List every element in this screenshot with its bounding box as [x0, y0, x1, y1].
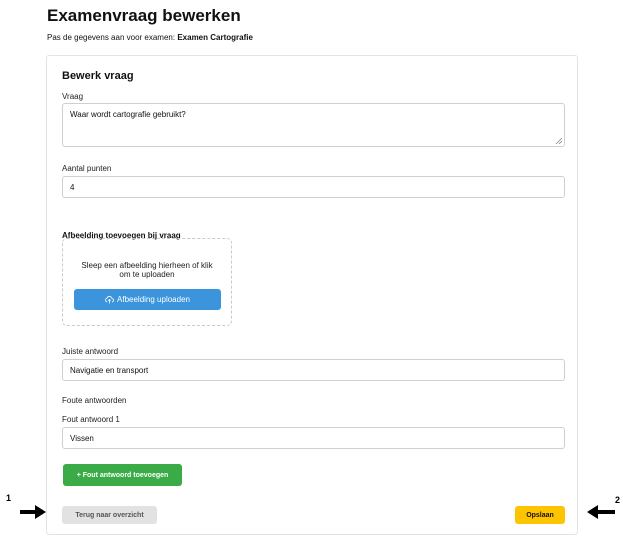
page-title: Examenvraag bewerken: [47, 6, 241, 25]
marker-2-number: 2: [615, 495, 621, 505]
cloud-upload-icon: [105, 295, 114, 303]
upload-button-label: Afbeelding uploaden: [117, 295, 190, 304]
page-subtitle: Pas de gegevens aan voor examen: Examen …: [47, 33, 253, 42]
resize-grip-icon[interactable]: [555, 137, 562, 144]
save-button[interactable]: Opslaan: [515, 506, 565, 524]
question-label: Vraag: [62, 92, 84, 101]
marker-1-number: 1: [6, 493, 12, 503]
arrow-left-icon: [587, 505, 615, 519]
dropzone-text: Sleep een afbeelding hierheen of klik om…: [81, 261, 213, 279]
question-text: Waar wordt cartografie gebruikt?: [70, 110, 186, 119]
wrong-answer-1-input[interactable]: Vissen: [62, 427, 565, 449]
arrow-right-icon: [20, 505, 46, 519]
points-value: 4: [70, 183, 75, 192]
edit-question-card: Bewerk vraag Vraag Waar wordt cartografi…: [46, 55, 578, 535]
card-title: Bewerk vraag: [62, 70, 134, 82]
points-label: Aantal punten: [62, 164, 112, 173]
question-textarea[interactable]: Waar wordt cartografie gebruikt?: [62, 103, 565, 147]
wrong-answer-1-label: Fout antwoord 1: [62, 415, 120, 424]
image-dropzone[interactable]: Sleep een afbeelding hierheen of klik om…: [62, 238, 232, 326]
points-input[interactable]: 4: [62, 176, 565, 198]
correct-answer-value: Navigatie en transport: [70, 366, 149, 375]
exam-name: Examen Cartografie: [177, 33, 253, 42]
wrong-answer-1-value: Vissen: [70, 434, 94, 443]
add-wrong-answer-button[interactable]: + Fout antwoord toevoegen: [63, 464, 182, 486]
back-to-overview-button[interactable]: Terug naar overzicht: [62, 506, 157, 524]
correct-answer-input[interactable]: Navigatie en transport: [62, 359, 565, 381]
upload-image-button[interactable]: Afbeelding uploaden: [74, 289, 221, 310]
correct-answer-label: Juiste antwoord: [62, 347, 119, 356]
wrong-answers-title: Foute antwoorden: [62, 396, 127, 405]
subtitle-prefix: Pas de gegevens aan voor examen:: [47, 33, 176, 42]
